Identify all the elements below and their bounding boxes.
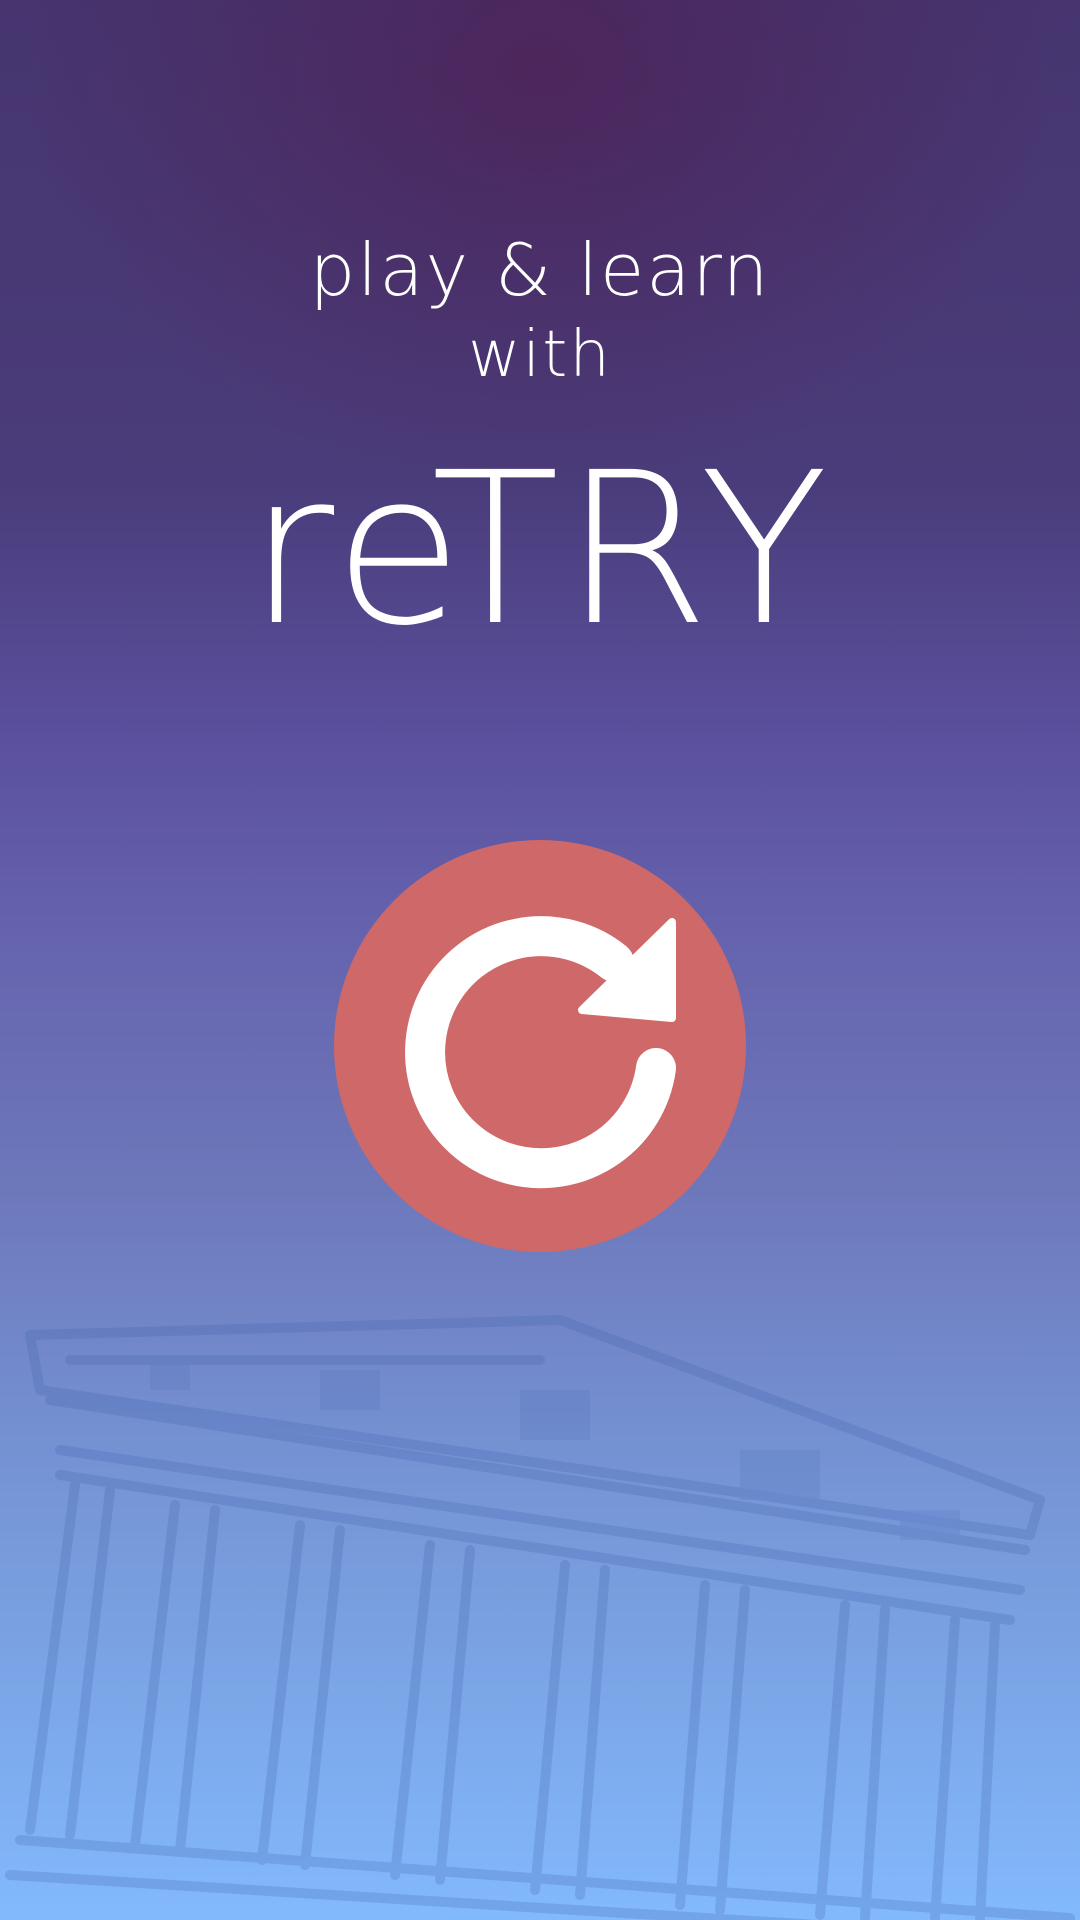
retry-screen: play & learn with reTRY bbox=[0, 0, 1080, 1920]
retry-button[interactable] bbox=[334, 840, 746, 1252]
app-title: reTRY bbox=[247, 427, 833, 672]
tagline-with: with bbox=[468, 318, 612, 392]
temple-illustration bbox=[5, 1315, 1075, 1920]
tagline-play-learn: play & learn bbox=[309, 228, 771, 312]
refresh-icon bbox=[405, 916, 676, 1189]
